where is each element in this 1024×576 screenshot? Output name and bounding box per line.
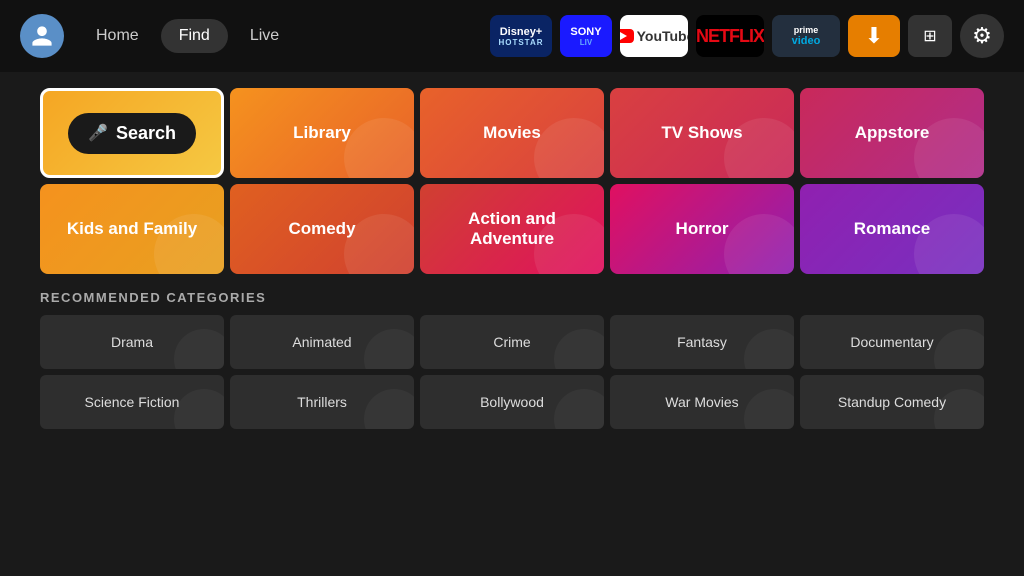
gear-icon: ⚙ bbox=[972, 23, 992, 49]
youtube-icon[interactable]: YouTube bbox=[620, 15, 688, 57]
nav-find[interactable]: Find bbox=[161, 19, 228, 53]
prime-video-icon[interactable]: prime video bbox=[772, 15, 840, 57]
movies-cell[interactable]: Movies bbox=[420, 88, 604, 178]
main-grid-row1: 🎤 Search Library Movies TV Shows Appstor… bbox=[40, 88, 984, 178]
rec-cell-documentary[interactable]: Documentary bbox=[800, 315, 984, 369]
rec-cell-war-movies[interactable]: War Movies bbox=[610, 375, 794, 429]
comedy-cell[interactable]: Comedy bbox=[230, 184, 414, 274]
rec-cell-thrillers[interactable]: Thrillers bbox=[230, 375, 414, 429]
nav-home[interactable]: Home bbox=[78, 19, 157, 53]
multiview-icon[interactable]: ⊞ bbox=[908, 15, 952, 57]
action-adventure-cell[interactable]: Action and Adventure bbox=[420, 184, 604, 274]
main-content: 🎤 Search Library Movies TV Shows Appstor… bbox=[0, 72, 1024, 445]
rec-cell-bollywood[interactable]: Bollywood bbox=[420, 375, 604, 429]
avatar[interactable] bbox=[20, 14, 64, 58]
rec-cell-drama[interactable]: Drama bbox=[40, 315, 224, 369]
rec-cell-standup-comedy[interactable]: Standup Comedy bbox=[800, 375, 984, 429]
kids-family-cell[interactable]: Kids and Family bbox=[40, 184, 224, 274]
tvshows-cell[interactable]: TV Shows bbox=[610, 88, 794, 178]
downloader-icon[interactable]: ⬇ bbox=[848, 15, 900, 57]
rec-cell-crime[interactable]: Crime bbox=[420, 315, 604, 369]
recommended-grid: DramaAnimatedCrimeFantasyDocumentary Scie… bbox=[40, 315, 984, 429]
main-grid-row2: Kids and Family Comedy Action and Advent… bbox=[40, 184, 984, 274]
netflix-icon[interactable]: NETFLIX bbox=[696, 15, 764, 57]
rec-cell-animated[interactable]: Animated bbox=[230, 315, 414, 369]
disney-hotstar-icon[interactable]: Disney+ HOTSTAR bbox=[490, 15, 552, 57]
search-label: Search bbox=[116, 123, 176, 144]
horror-cell[interactable]: Horror bbox=[610, 184, 794, 274]
rec-cell-fantasy[interactable]: Fantasy bbox=[610, 315, 794, 369]
nav-links: Home Find Live bbox=[78, 19, 297, 53]
romance-cell[interactable]: Romance bbox=[800, 184, 984, 274]
app-icons: Disney+ HOTSTAR SONY LIV YouTube NETFLIX… bbox=[490, 14, 1004, 58]
mic-icon: 🎤 bbox=[88, 123, 108, 143]
search-cell[interactable]: 🎤 Search bbox=[40, 88, 224, 178]
recommended-title: RECOMMENDED CATEGORIES bbox=[40, 290, 984, 305]
settings-button[interactable]: ⚙ bbox=[960, 14, 1004, 58]
appstore-cell[interactable]: Appstore bbox=[800, 88, 984, 178]
recommended-section: RECOMMENDED CATEGORIES DramaAnimatedCrim… bbox=[40, 290, 984, 429]
rec-cell-science-fiction[interactable]: Science Fiction bbox=[40, 375, 224, 429]
sony-liv-icon[interactable]: SONY LIV bbox=[560, 15, 612, 57]
nav-live[interactable]: Live bbox=[232, 19, 297, 53]
library-cell[interactable]: Library bbox=[230, 88, 414, 178]
header: Home Find Live Disney+ HOTSTAR SONY LIV … bbox=[0, 0, 1024, 72]
